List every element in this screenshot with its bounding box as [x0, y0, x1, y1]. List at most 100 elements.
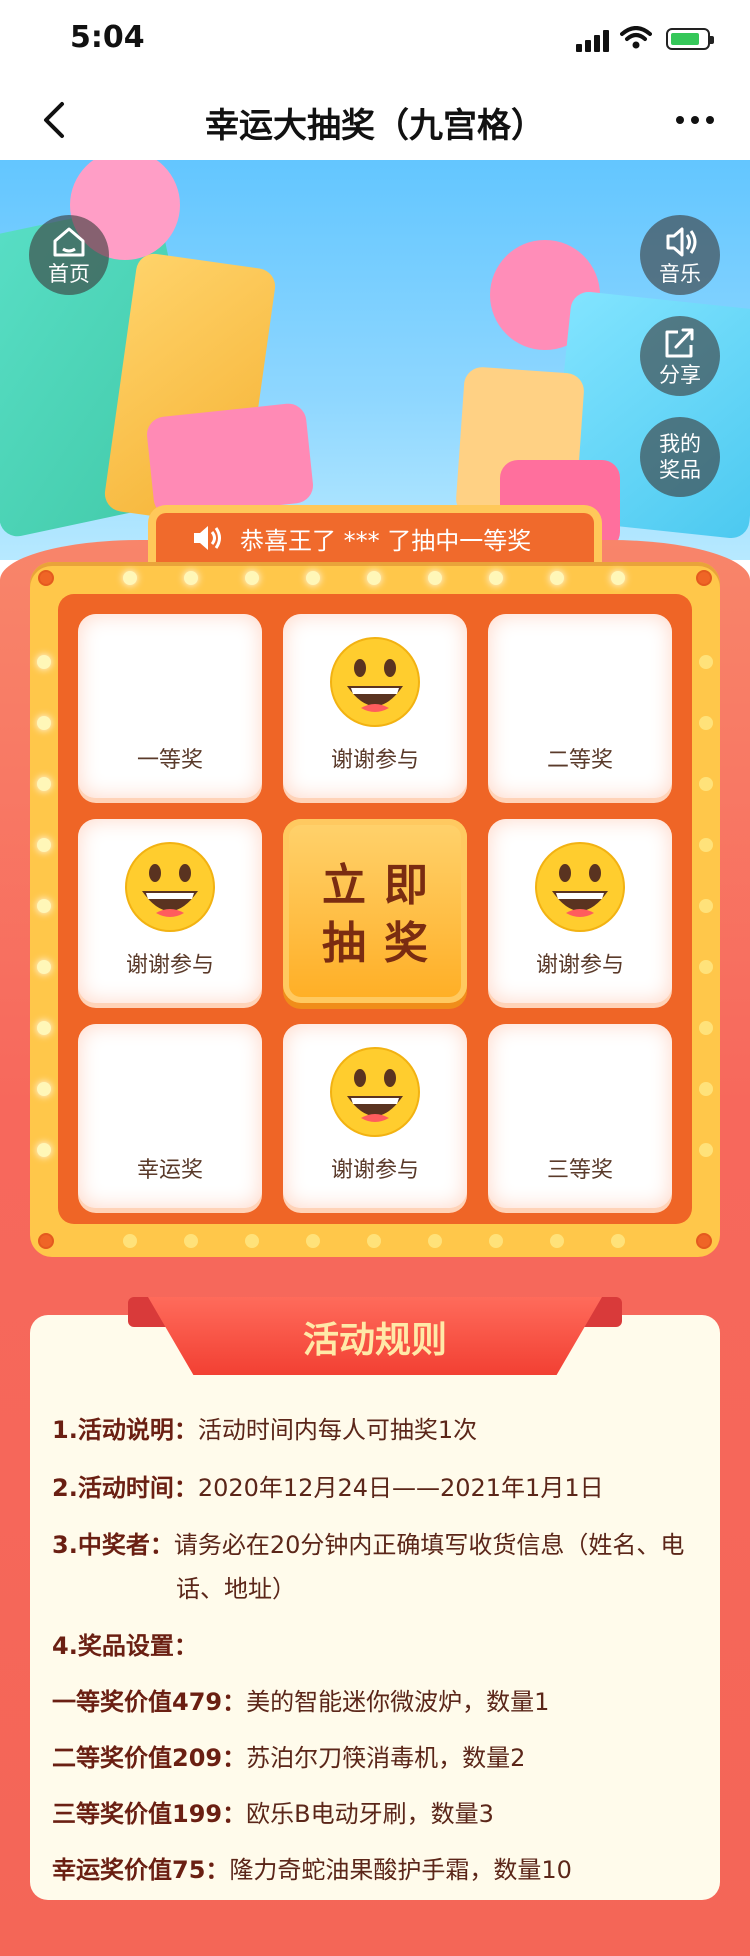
marquee-light — [367, 571, 381, 585]
hero-banner — [0, 160, 750, 560]
prize-cell-thanks[interactable]: 谢谢参与 — [488, 819, 672, 1003]
rule-value: 2020年12月24日——2021年1月1日 — [197, 1474, 604, 1502]
marquee-light — [37, 960, 51, 974]
marquee-light — [37, 1143, 51, 1157]
status-time: 5:04 — [70, 20, 145, 55]
cellular-signal-icon — [576, 30, 609, 52]
smiley-emoji-icon — [330, 637, 420, 727]
my-prizes-label-line1: 我的 — [659, 432, 701, 456]
prize-value: 美的智能迷你微波炉，数量1 — [246, 1688, 550, 1716]
marquee-light — [245, 571, 259, 585]
prize-cell-thanks[interactable]: 谢谢参与 — [283, 1024, 467, 1208]
rule-key: 4.奖品设置： — [52, 1632, 198, 1660]
marquee-light — [699, 1082, 713, 1096]
board-screw — [38, 1233, 54, 1249]
prize-label: 谢谢参与 — [330, 748, 419, 773]
marquee-light — [306, 571, 320, 585]
marquee-light — [699, 960, 713, 974]
smiley-emoji-icon — [330, 1047, 420, 1137]
board-screw — [696, 570, 712, 586]
marquee-light — [699, 655, 713, 669]
marquee-light — [37, 1082, 51, 1096]
marquee-light — [37, 716, 51, 730]
board-screw — [696, 1233, 712, 1249]
rule-value: 活动时间内每人可抽奖1次 — [197, 1416, 478, 1444]
prize-cell-lucky[interactable]: 幸运奖 — [78, 1024, 262, 1208]
prize-cell-third[interactable]: 三等奖 — [488, 1024, 672, 1208]
marquee-light — [37, 838, 51, 852]
prize-setting-item: 一等奖价值479：美的智能迷你微波炉，数量1 — [52, 1682, 549, 1717]
marquee-light — [184, 1234, 198, 1248]
prize-cell-thanks[interactable]: 谢谢参与 — [283, 614, 467, 798]
speaker-icon — [194, 526, 221, 550]
speaker-icon — [666, 227, 697, 257]
rules-title: 活动规则 — [302, 1320, 447, 1361]
rule-value: 话、地址） — [176, 1575, 296, 1603]
share-button[interactable]: 分享 — [640, 316, 720, 396]
lottery-board: 一等奖 谢谢参与 二等奖 谢谢参与 立即 抽奖 谢谢参与 幸运奖 谢谢参与 三等… — [30, 562, 720, 1257]
smiley-emoji-icon — [125, 842, 215, 932]
marquee-light — [37, 1021, 51, 1035]
share-label: 分享 — [659, 363, 701, 387]
music-button[interactable]: 音乐 — [640, 215, 720, 295]
prize-label: 谢谢参与 — [535, 953, 624, 978]
smiley-emoji-icon — [535, 842, 625, 932]
prize-key: 幸运奖价值75： — [52, 1856, 230, 1884]
rule-value: 请务必在20分钟内正确填写收货信息（姓名、电 — [173, 1531, 685, 1559]
prize-key: 三等奖价值199： — [52, 1800, 247, 1828]
gift-box-decoration — [145, 401, 315, 519]
marquee-light — [184, 571, 198, 585]
marquee-light — [699, 716, 713, 730]
marquee-light — [37, 777, 51, 791]
music-label: 音乐 — [659, 262, 701, 286]
prize-label: 二等奖 — [546, 748, 613, 773]
start-draw-label-line1: 立即 — [322, 860, 446, 911]
page-title: 幸运大抽奖（九宫格） — [205, 106, 545, 146]
share-icon — [665, 328, 694, 358]
rule-key: 1.活动说明： — [52, 1416, 198, 1444]
home-button[interactable]: 首页 — [29, 215, 109, 295]
prize-label: 三等奖 — [546, 1158, 613, 1183]
prize-cell-second[interactable]: 二等奖 — [488, 614, 672, 798]
rule-item: 2.活动时间：2020年12月24日——2021年1月1日 — [52, 1468, 604, 1503]
home-icon — [53, 227, 85, 257]
marquee-light — [699, 1021, 713, 1035]
prize-setting-item: 三等奖价值199：欧乐B电动牙刷，数量3 — [52, 1794, 494, 1829]
prize-value: 欧乐B电动牙刷，数量3 — [246, 1800, 494, 1828]
prize-key: 二等奖价值209： — [52, 1744, 247, 1772]
rule-key: 3.中奖者： — [52, 1531, 174, 1559]
prize-value: 隆力奇蛇油果酸护手霜，数量10 — [229, 1856, 572, 1884]
marquee-light — [123, 1234, 137, 1248]
prize-cell-thanks[interactable]: 谢谢参与 — [78, 819, 262, 1003]
start-draw-button[interactable]: 立即 抽奖 — [283, 819, 467, 1003]
my-prizes-button[interactable]: 我的 奖品 — [640, 417, 720, 497]
rule-key: 2.活动时间： — [52, 1474, 198, 1502]
winner-ticker: 恭喜王了 *** 了抽中一等奖 — [148, 505, 602, 565]
marquee-light — [611, 1234, 625, 1248]
wifi-icon — [620, 26, 652, 49]
board-screw — [38, 570, 54, 586]
marquee-light — [306, 1234, 320, 1248]
nav-bar: 幸运大抽奖（九宫格） — [0, 80, 750, 160]
marquee-light — [699, 899, 713, 913]
marquee-light — [428, 1234, 442, 1248]
marquee-light — [699, 777, 713, 791]
prize-label: 一等奖 — [136, 748, 203, 773]
more-dots-icon[interactable] — [670, 100, 720, 140]
marquee-light — [550, 1234, 564, 1248]
marquee-light — [699, 838, 713, 852]
winner-text: 恭喜王了 *** 了抽中一等奖 — [240, 527, 532, 555]
start-draw-label-line2: 抽奖 — [322, 918, 446, 969]
rules-banner: 活动规则 — [148, 1297, 602, 1375]
prize-label: 谢谢参与 — [125, 953, 214, 978]
marquee-light — [489, 1234, 503, 1248]
rule-item: 1.活动说明：活动时间内每人可抽奖1次 — [52, 1410, 477, 1445]
prize-cell-first[interactable]: 一等奖 — [78, 614, 262, 798]
marquee-light — [428, 571, 442, 585]
rule-item: 3.中奖者：请务必在20分钟内正确填写收货信息（姓名、电 — [52, 1525, 684, 1560]
marquee-light — [123, 571, 137, 585]
lottery-grid: 一等奖 谢谢参与 二等奖 谢谢参与 立即 抽奖 谢谢参与 幸运奖 谢谢参与 三等… — [58, 594, 692, 1224]
marquee-light — [37, 899, 51, 913]
prize-label: 谢谢参与 — [330, 1158, 419, 1183]
my-prizes-label-line2: 奖品 — [659, 458, 701, 482]
